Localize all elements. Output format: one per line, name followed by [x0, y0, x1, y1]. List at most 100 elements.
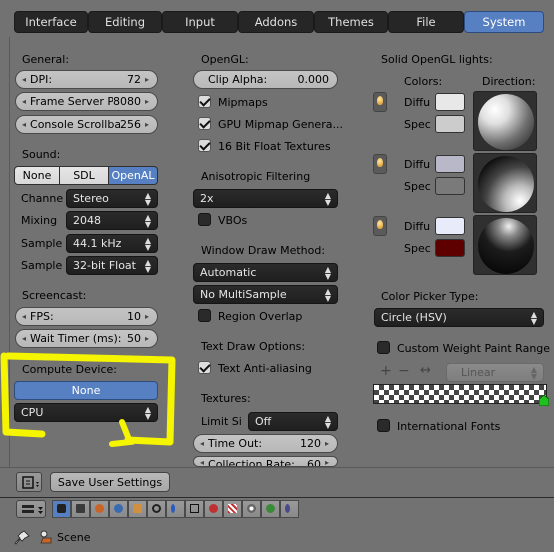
world-tab-icon[interactable] [109, 500, 128, 518]
color-picker-dropdown[interactable]: Circle (HSV) ▲ ▼ [374, 308, 544, 327]
tab-system[interactable]: System [464, 11, 544, 33]
ramp-interpolation-dropdown[interactable]: Linear ▲ ▼ [446, 363, 544, 382]
data-tab-icon[interactable] [185, 500, 204, 518]
clip-alpha-label: Clip Alpha: [208, 73, 268, 86]
wait-timer-label: Wait Timer (ms): [30, 332, 122, 345]
light1-direction-sphere[interactable] [473, 91, 537, 151]
pin-icon[interactable] [14, 530, 30, 546]
gpu-mipmap-checkbox[interactable] [198, 117, 211, 130]
light-bulb-icon[interactable] [373, 154, 387, 174]
console-scrollback-field[interactable]: ◂ Console Scrollba: 256 ▸ [15, 115, 158, 134]
frame-server-port-field[interactable]: ◂ Frame Server P: 8080 ▸ [15, 92, 158, 111]
channels-dropdown[interactable]: Stereo ▲ ▼ [66, 189, 158, 208]
sound-none-button[interactable]: None [14, 166, 60, 185]
multisample-dropdown[interactable]: No MultiSample ▲ ▼ [193, 285, 338, 304]
modifiers-tab-icon[interactable] [166, 500, 185, 518]
ramp-flip-icon[interactable]: ↔ [420, 363, 431, 378]
limit-size-dropdown[interactable]: Off ▲ ▼ [248, 412, 338, 431]
wait-timer-field[interactable]: ◂ Wait Timer (ms): 50 ▸ [15, 329, 158, 348]
vbos-checkbox[interactable] [198, 213, 211, 226]
updown-icon: ▲ ▼ [324, 286, 331, 303]
anisotropic-value: 2x [200, 192, 214, 205]
texture-timeout-field[interactable]: ◂ Time Out: 120 ▸ [193, 434, 338, 453]
screencast-fps-field[interactable]: ◂ FPS: 10 ▸ [15, 307, 158, 326]
particles-tab-icon[interactable] [242, 500, 261, 518]
limit-size-value: Off [255, 415, 272, 428]
texture-tab-icon[interactable] [223, 500, 242, 518]
timeout-value: 120 [299, 437, 321, 450]
preferences-footer: Save User Settings [0, 467, 554, 497]
properties-editor-type-icon[interactable] [16, 500, 46, 518]
light1-specular-swatch[interactable] [435, 115, 465, 133]
properties-header [0, 497, 554, 519]
scene-tab-icon[interactable] [90, 500, 109, 518]
sample-rate-dropdown[interactable]: 44.1 kHz ▲ ▼ [66, 234, 158, 253]
render-tab-icon[interactable] [52, 500, 71, 518]
window-draw-title: Window Draw Method: [201, 244, 326, 257]
weight-paint-range-checkbox[interactable] [377, 341, 390, 354]
international-fonts-checkbox[interactable] [377, 419, 390, 432]
light2-specular-swatch[interactable] [435, 177, 465, 195]
clip-alpha-field[interactable]: Clip Alpha: 0.000 [193, 70, 338, 89]
sample-rate-value: 44.1 kHz [73, 237, 122, 250]
material-tab-icon[interactable] [204, 500, 223, 518]
wait-timer-value: 50 [126, 332, 141, 345]
anisotropic-dropdown[interactable]: 2x ▲ ▼ [193, 189, 338, 208]
tab-file[interactable]: File [388, 11, 464, 33]
text-draw-title: Text Draw Options: [201, 340, 306, 353]
light-bulb-icon[interactable] [373, 92, 387, 112]
tab-editing[interactable]: Editing [88, 11, 162, 33]
light3-direction-sphere[interactable] [473, 215, 537, 275]
updown-icon: ▲ ▼ [144, 190, 151, 207]
light2-diffuse-swatch[interactable] [435, 155, 465, 173]
properties-breadcrumb: Scene [0, 520, 554, 552]
updown-icon: ▲ ▼ [324, 190, 331, 207]
physics-tab-icon[interactable] [261, 500, 280, 518]
light1-diffuse-swatch[interactable] [435, 93, 465, 111]
object-tab-icon[interactable] [128, 500, 147, 518]
general-title: General: [22, 53, 70, 66]
console-scrollback-value: 256 [119, 118, 141, 131]
tab-addons[interactable]: Addons [238, 11, 314, 33]
dpi-field[interactable]: ◂ DPI: 72 ▸ [15, 70, 158, 89]
ramp-add-icon[interactable]: + [380, 363, 392, 379]
sample-format-dropdown[interactable]: 32-bit Float ▲ ▼ [66, 256, 158, 275]
sound-openal-button[interactable]: OpenAL [109, 166, 158, 185]
sound-sdl-button[interactable]: SDL [60, 166, 109, 185]
light-bulb-icon[interactable] [373, 216, 387, 236]
collection-rate-value: 60 [306, 458, 321, 467]
constraints-tab-icon[interactable] [147, 500, 166, 518]
light3-diffuse-swatch[interactable] [435, 217, 465, 235]
scene-label: Scene [57, 531, 91, 544]
text-antialias-checkbox[interactable] [198, 361, 211, 374]
weight-paint-range-label: Custom Weight Paint Range [397, 342, 551, 355]
region-overlap-checkbox[interactable] [198, 309, 211, 322]
tab-themes[interactable]: Themes [314, 11, 388, 33]
collection-rate-field[interactable]: ◂ Collection Rate: 60 ▸ [193, 456, 338, 467]
panel-scrollbar[interactable] [548, 40, 552, 460]
tab-interface[interactable]: Interface [14, 11, 88, 33]
tab-input[interactable]: Input [162, 11, 238, 33]
updown-icon: ▲ ▼ [144, 212, 151, 229]
weight-color-ramp[interactable] [373, 384, 547, 404]
window-draw-dropdown[interactable]: Automatic ▲ ▼ [193, 263, 338, 282]
ramp-remove-icon[interactable]: − [398, 363, 410, 379]
render-layers-tab-icon[interactable] [71, 500, 90, 518]
fps-label: FPS: [30, 310, 54, 323]
save-user-settings-button[interactable]: Save User Settings [50, 472, 170, 492]
float-textures-checkbox[interactable] [198, 139, 211, 152]
console-scrollback-label: Console Scrollba: [30, 118, 120, 131]
mixing-dropdown[interactable]: 2048 ▲ ▼ [66, 211, 158, 230]
colors-header: Colors: [404, 75, 443, 88]
opengl-title: OpenGL: [201, 53, 249, 66]
light2-direction-sphere[interactable] [473, 153, 537, 213]
tools-tab-icon[interactable] [280, 500, 299, 518]
editor-type-icon[interactable] [16, 472, 42, 492]
mipmaps-checkbox[interactable] [198, 95, 211, 108]
window-draw-value: Automatic [200, 266, 257, 279]
sample-rate-label: Sample [21, 237, 63, 250]
light3-specular-swatch[interactable] [435, 239, 465, 257]
updown-icon: ▲ ▼ [530, 364, 537, 381]
ramp-interpolation-value: Linear [461, 366, 496, 379]
scene-icon [40, 530, 52, 544]
